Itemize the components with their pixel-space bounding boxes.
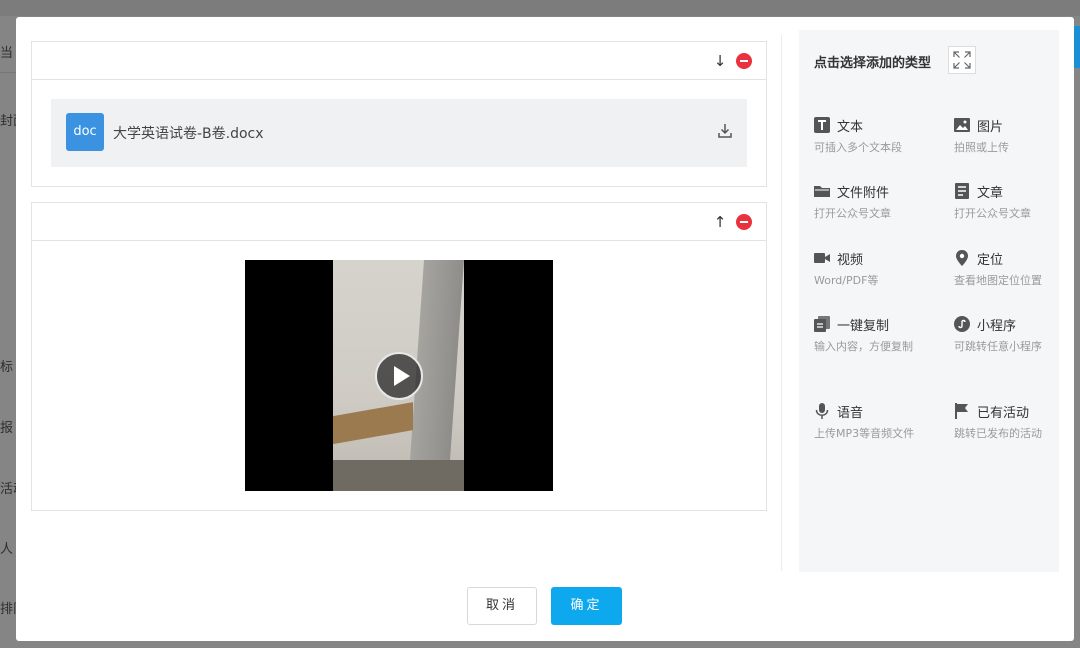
item-description: 可插入多个文本段 [814, 141, 902, 154]
text-icon [814, 117, 830, 133]
background-topbar [0, 0, 1080, 16]
scrollbar-track[interactable] [781, 35, 782, 571]
palette-item-mini-program[interactable]: 小程序 可跳转任意小程序 [954, 315, 1064, 356]
item-title: 一键复制 [837, 318, 890, 334]
background-label: 当 [0, 46, 14, 61]
flag-icon [955, 403, 968, 419]
item-title: 图片 [977, 119, 1004, 135]
location-pin-icon [956, 250, 968, 266]
content-type-palette: 点击选择添加的类型 文本 可插入多个文本段 图片 拍照或上传 文件附件 打开公众… [799, 30, 1059, 572]
move-up-button[interactable]: ↑ [712, 213, 728, 231]
play-button[interactable] [375, 352, 423, 400]
item-description: 上传MP3等音频文件 [814, 427, 915, 440]
palette-item-image[interactable]: 图片 拍照或上传 [954, 116, 1064, 157]
add-content-modal: ↓ doc 大学英语试卷-B卷.docx ↑ 点击选择添加的类型 文本 可插入多… [16, 17, 1074, 641]
item-description: 打开公众号文章 [814, 207, 891, 220]
content-blocks-area: ↓ doc 大学英语试卷-B卷.docx ↑ [16, 17, 776, 573]
download-icon[interactable] [717, 123, 733, 139]
modal-footer: 取消 确定 [16, 573, 1074, 641]
video-block: ↑ [31, 202, 767, 511]
item-description: 查看地图定位位置 [954, 274, 1042, 287]
item-description: Word/PDF等 [814, 274, 879, 287]
article-icon [955, 183, 969, 199]
palette-item-audio[interactable]: 语音 上传MP3等音频文件 [814, 402, 924, 443]
palette-item-one-click-copy[interactable]: 一键复制 输入内容，方便复制 [814, 315, 924, 356]
palette-item-article[interactable]: 文章 打开公众号文章 [954, 182, 1064, 223]
item-title: 视频 [837, 252, 864, 268]
file-name: 大学英语试卷-B卷.docx [113, 126, 264, 142]
copy-icon [814, 316, 830, 332]
expand-icon [953, 51, 971, 69]
image-icon [954, 118, 970, 132]
palette-item-location[interactable]: 定位 查看地图定位位置 [954, 249, 1064, 290]
palette-item-file-attachment[interactable]: 文件附件 打开公众号文章 [814, 182, 924, 223]
file-card[interactable]: doc 大学英语试卷-B卷.docx [51, 99, 747, 167]
video-player[interactable] [245, 260, 553, 491]
item-title: 文章 [977, 185, 1004, 201]
item-description: 跳转已发布的活动 [954, 427, 1042, 440]
palette-item-existing-activity[interactable]: 已有活动 跳转已发布的活动 [954, 402, 1064, 443]
item-description: 拍照或上传 [954, 141, 1009, 154]
background-label: 标 [0, 360, 14, 375]
folder-icon [814, 186, 830, 197]
block-toolbar: ↓ [32, 42, 766, 80]
item-description: 输入内容，方便复制 [814, 340, 913, 353]
item-title: 定位 [977, 252, 1004, 268]
item-title: 已有活动 [977, 405, 1030, 421]
block-toolbar: ↑ [32, 203, 766, 241]
move-down-button[interactable]: ↓ [712, 52, 728, 70]
remove-block-button[interactable] [736, 53, 752, 69]
mini-program-icon [954, 316, 970, 332]
item-title: 语音 [837, 405, 864, 421]
palette-title: 点击选择添加的类型 [814, 56, 932, 71]
item-description: 可跳转任意小程序 [954, 340, 1042, 353]
item-title: 文本 [837, 119, 864, 135]
background-edge-button [1074, 26, 1080, 68]
background-label: 报 [0, 421, 14, 436]
remove-block-button[interactable] [736, 214, 752, 230]
confirm-button[interactable]: 确定 [551, 587, 622, 625]
item-title: 小程序 [977, 318, 1017, 334]
expand-button[interactable] [948, 46, 976, 74]
palette-item-video[interactable]: 视频 Word/PDF等 [814, 249, 924, 290]
file-attachment-block: ↓ doc 大学英语试卷-B卷.docx [31, 41, 767, 187]
background-divider [0, 72, 16, 73]
item-description: 打开公众号文章 [954, 207, 1031, 220]
palette-item-text[interactable]: 文本 可插入多个文本段 [814, 116, 924, 157]
background-label: 人 [0, 542, 14, 557]
microphone-icon [815, 403, 829, 419]
video-camera-icon [814, 253, 830, 263]
cancel-button[interactable]: 取消 [467, 587, 537, 625]
item-title: 文件附件 [837, 185, 890, 201]
doc-file-icon: doc [66, 113, 104, 151]
